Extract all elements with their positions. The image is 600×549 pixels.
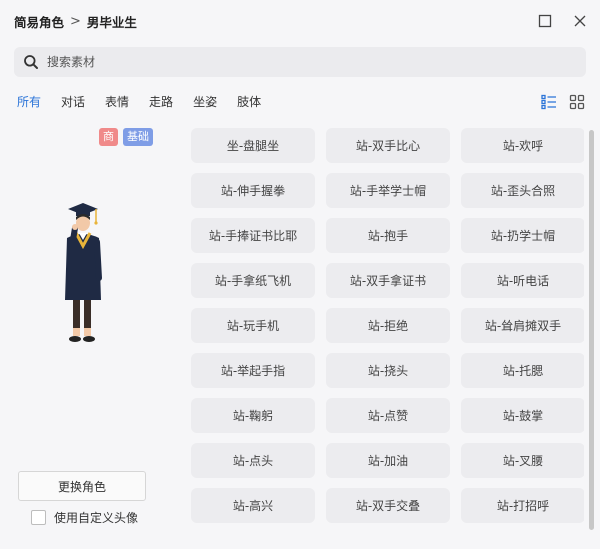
pose-item[interactable]: 站-双手拿证书 [326, 263, 450, 298]
pose-grid: 坐-盘腿坐 站-双手比心 站-欢呼 站-伸手握拳 站-手举学士帽 站-歪头合照 … [191, 128, 584, 549]
character-badges: 商 基础 [99, 128, 158, 146]
pose-item[interactable]: 站-欢呼 [461, 128, 584, 163]
search-bar [14, 47, 586, 77]
pose-item[interactable]: 坐-盘腿坐 [191, 128, 315, 163]
tab-all[interactable]: 所有 [17, 92, 41, 112]
pose-item[interactable]: 站-叉腰 [461, 443, 584, 478]
commercial-badge: 商 [99, 128, 118, 146]
pose-item[interactable]: 站-高兴 [191, 488, 315, 523]
breadcrumb-root[interactable]: 简易角色 [14, 12, 64, 31]
pose-item[interactable]: 站-抱手 [326, 218, 450, 253]
pose-item[interactable]: 站-伸手握拳 [191, 173, 315, 208]
change-character-button[interactable]: 更换角色 [18, 471, 146, 501]
pose-item[interactable]: 站-听电话 [461, 263, 584, 298]
pose-item[interactable]: 站-耸肩摊双手 [461, 308, 584, 343]
pose-item[interactable]: 站-点头 [191, 443, 315, 478]
pose-item[interactable]: 站-歪头合照 [461, 173, 584, 208]
close-icon [574, 15, 586, 27]
pose-item[interactable]: 站-鞠躬 [191, 398, 315, 433]
search-input[interactable] [47, 55, 547, 69]
graduate-character-illustration [65, 203, 102, 342]
pose-item[interactable]: 站-举起手指 [191, 353, 315, 388]
basic-badge: 基础 [123, 128, 153, 146]
grid-view-button[interactable] [568, 93, 586, 111]
pose-item[interactable]: 站-加油 [326, 443, 450, 478]
maximize-button[interactable] [535, 11, 555, 31]
custom-avatar-checkbox[interactable] [31, 510, 46, 525]
grid-view-icon [569, 94, 585, 110]
pose-item[interactable]: 站-拒绝 [326, 308, 450, 343]
category-tabs: 所有 对话 表情 走路 坐姿 肢体 [17, 92, 281, 112]
pose-item[interactable]: 站-托腮 [461, 353, 584, 388]
pose-item[interactable]: 站-双手交叠 [326, 488, 450, 523]
pose-item[interactable]: 站-扔学士帽 [461, 218, 584, 253]
pose-item[interactable]: 站-玩手机 [191, 308, 315, 343]
tab-sitting[interactable]: 坐姿 [193, 92, 217, 112]
search-icon [24, 55, 38, 69]
pose-scrollbar-thumb[interactable] [589, 130, 594, 530]
breadcrumb-separator: > [70, 13, 81, 29]
list-view-icon [541, 94, 556, 110]
pose-item[interactable]: 站-打招呼 [461, 488, 584, 523]
close-button[interactable] [570, 11, 590, 31]
tab-dialogue[interactable]: 对话 [61, 92, 85, 112]
pose-item[interactable]: 站-点赞 [326, 398, 450, 433]
tab-body[interactable]: 肢体 [237, 92, 261, 112]
title-bar: 简易角色 > 男毕业生 [0, 0, 600, 42]
maximize-icon [538, 14, 552, 28]
custom-avatar-option[interactable]: 使用自定义头像 [31, 509, 138, 526]
pose-item[interactable]: 站-手拿纸飞机 [191, 263, 315, 298]
tab-walk[interactable]: 走路 [149, 92, 173, 112]
list-view-button[interactable] [540, 93, 558, 111]
pose-item[interactable]: 站-手举学士帽 [326, 173, 450, 208]
pose-item[interactable]: 站-挠头 [326, 353, 450, 388]
pose-item[interactable]: 站-鼓掌 [461, 398, 584, 433]
tab-expression[interactable]: 表情 [105, 92, 129, 112]
breadcrumb-current: 男毕业生 [86, 14, 137, 30]
pose-item[interactable]: 站-双手比心 [326, 128, 450, 163]
custom-avatar-label: 使用自定义头像 [54, 511, 139, 525]
pose-item[interactable]: 站-手捧证书比耶 [191, 218, 315, 253]
